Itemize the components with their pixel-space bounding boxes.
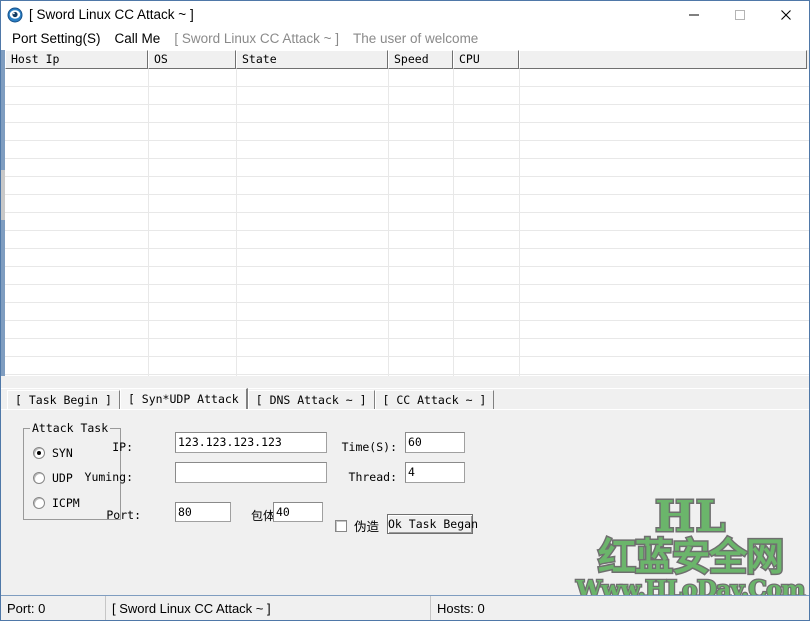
menu-label-welcome: The user of welcome	[353, 31, 479, 46]
grid-divider	[388, 69, 389, 376]
title-bar: [ Sword Linux CC Attack ~ ]	[1, 1, 809, 29]
time-label: Time(S):	[341, 440, 397, 454]
radio-icpm-label: ICPM	[52, 496, 80, 510]
grid-divider	[148, 69, 149, 376]
host-list[interactable]: Host Ip OS State Speed CPU	[1, 50, 809, 376]
forge-checkbox-box[interactable]	[335, 519, 347, 532]
maximize-icon	[735, 9, 745, 20]
menu-bar: Port Setting(S) Call Me [ Sword Linux CC…	[1, 29, 809, 50]
minimize-icon	[689, 14, 699, 15]
host-list-inner: Host Ip OS State Speed CPU	[5, 50, 809, 376]
grid-divider	[453, 69, 454, 376]
packet-size-input[interactable]: 40	[273, 502, 323, 522]
table-row[interactable]	[5, 213, 809, 231]
watermark-logo-text: HL	[653, 492, 727, 541]
table-row[interactable]	[5, 69, 809, 87]
forge-checkbox[interactable]: 伪造	[335, 516, 379, 535]
table-row[interactable]	[5, 123, 809, 141]
table-row[interactable]	[5, 321, 809, 339]
thread-input[interactable]: 4	[405, 462, 465, 483]
tab-dns-attack[interactable]: [ DNS Attack ~ ]	[247, 390, 375, 409]
host-list-rows	[5, 69, 809, 376]
watermark-site-name: 红蓝安全网	[597, 535, 786, 579]
status-port: Port: 0	[1, 596, 106, 620]
radio-icpm[interactable]: ICPM	[33, 496, 80, 510]
window-title: [ Sword Linux CC Attack ~ ]	[29, 7, 194, 22]
minimize-button[interactable]	[671, 1, 717, 28]
app-window: [ Sword Linux CC Attack ~ ] Port Setting…	[0, 0, 810, 621]
grid-divider	[236, 69, 237, 376]
menu-item-call-me[interactable]: Call Me	[108, 29, 168, 49]
attack-panel: Attack Task SYN UDP ICPM IP: 123.123.123…	[1, 409, 809, 604]
table-row[interactable]	[5, 339, 809, 357]
table-row[interactable]	[5, 195, 809, 213]
tab-task-begin[interactable]: [ Task Begin ]	[7, 390, 120, 409]
yuming-label: Yuming:	[84, 470, 133, 484]
status-app-name: [ Sword Linux CC Attack ~ ]	[106, 596, 431, 620]
start-task-button[interactable]: Ok Task Began	[387, 514, 478, 534]
table-row[interactable]	[5, 105, 809, 123]
grid-divider	[519, 69, 520, 376]
table-row[interactable]	[5, 267, 809, 285]
ip-input[interactable]: 123.123.123.123	[175, 432, 327, 453]
eye-icon	[7, 7, 23, 23]
menu-item-port-setting[interactable]: Port Setting(S)	[5, 29, 108, 49]
radio-syn[interactable]: SYN	[33, 446, 73, 460]
tab-cc-attack[interactable]: [ CC Attack ~ ]	[374, 390, 495, 409]
tab-strip: [ Task Begin ] [ Syn*UDP Attack [ DNS At…	[1, 388, 809, 409]
forge-checkbox-label: 伪造	[354, 519, 380, 534]
column-header-speed[interactable]: Speed	[388, 50, 453, 69]
attack-task-group-title: Attack Task	[30, 421, 111, 435]
menu-label-app-name: [ Sword Linux CC Attack ~ ]	[174, 31, 340, 46]
table-row[interactable]	[5, 231, 809, 249]
status-hosts: Hosts: 0	[431, 596, 809, 620]
table-row[interactable]	[5, 177, 809, 195]
radio-udp-indicator[interactable]	[33, 472, 45, 484]
maximize-button[interactable]	[717, 1, 763, 28]
column-header-cpu[interactable]: CPU	[453, 50, 519, 69]
radio-syn-label: SYN	[52, 446, 73, 460]
table-row[interactable]	[5, 141, 809, 159]
time-input[interactable]: 60	[405, 432, 465, 453]
close-button[interactable]	[763, 1, 809, 28]
thread-label: Thread:	[348, 470, 397, 484]
column-header-blank[interactable]	[519, 50, 807, 69]
port-label: Port:	[106, 508, 141, 522]
status-bar: Port: 0 [ Sword Linux CC Attack ~ ] Host…	[1, 595, 809, 620]
table-row[interactable]	[5, 159, 809, 177]
window-controls	[671, 1, 809, 28]
ip-label: IP:	[112, 440, 133, 454]
column-header-host-ip[interactable]: Host Ip	[5, 50, 148, 69]
table-row[interactable]	[5, 87, 809, 105]
column-header-state[interactable]: State	[236, 50, 388, 69]
table-row[interactable]	[5, 357, 809, 375]
tab-syn-udp-attack[interactable]: [ Syn*UDP Attack	[119, 388, 248, 409]
column-header-row: Host Ip OS State Speed CPU	[5, 50, 809, 69]
table-row[interactable]	[5, 303, 809, 321]
yuming-input[interactable]	[175, 462, 327, 483]
radio-icpm-indicator[interactable]	[33, 497, 45, 509]
table-row[interactable]	[5, 249, 809, 267]
column-header-os[interactable]: OS	[148, 50, 236, 69]
close-icon	[781, 9, 791, 20]
port-input[interactable]: 80	[175, 502, 231, 522]
table-row[interactable]	[5, 285, 809, 303]
radio-syn-indicator[interactable]	[33, 447, 45, 459]
watermark: HL 红蓝安全网 Www.HLoDay.Com	[575, 492, 807, 604]
